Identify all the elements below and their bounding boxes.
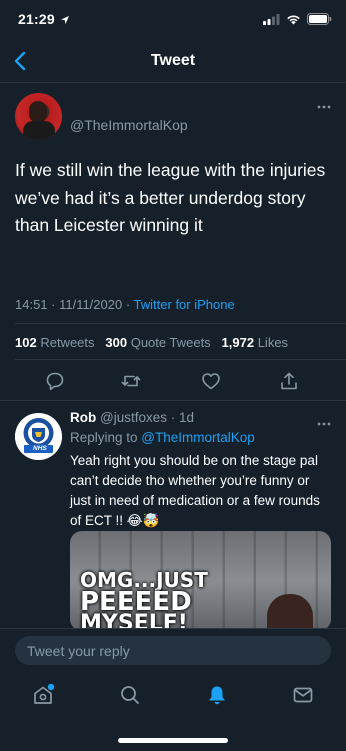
retweets-stat[interactable]: 102 Retweets xyxy=(15,335,95,350)
divider xyxy=(0,400,346,401)
status-bar: 21:29 xyxy=(0,0,346,40)
like-heart-icon[interactable] xyxy=(200,370,222,392)
reply-author[interactable]: Rob @justfoxes · 1d xyxy=(70,410,194,425)
media-person xyxy=(267,594,313,631)
replying-to: Replying to @TheImmortalKop xyxy=(70,430,255,445)
reply-author-avatar[interactable]: NHS xyxy=(15,413,62,460)
reply-text: Yeah right you should be on the stage pa… xyxy=(70,453,320,528)
avatar-badge-text: NHS xyxy=(33,445,47,452)
search-icon[interactable] xyxy=(118,683,142,707)
tweet-stats: 102 Retweets 300 Quote Tweets 1,972 Like… xyxy=(15,335,288,350)
media-caption: OMG...JUST PEEEED MYSELF! xyxy=(80,568,208,631)
share-icon[interactable] xyxy=(278,370,300,392)
author-handle[interactable]: @TheImmortalKop xyxy=(70,117,188,133)
tweet-source-link[interactable]: Twitter for iPhone xyxy=(134,297,235,312)
home-indicator xyxy=(118,738,228,743)
page-title: Tweet xyxy=(150,52,196,69)
reply-input-placeholder: Tweet your reply xyxy=(27,643,130,659)
nav-bar: Tweet xyxy=(0,40,346,83)
reply-author-handle-time: @justfoxes · 1d xyxy=(100,410,195,425)
tab-bar xyxy=(0,679,346,715)
wifi-icon xyxy=(286,12,301,30)
cellular-signal-icon xyxy=(263,12,280,30)
tweet-actions xyxy=(0,368,346,396)
reply-more-options-icon[interactable] xyxy=(316,414,332,426)
home-icon[interactable] xyxy=(31,683,55,707)
reply-media-image[interactable]: OMG...JUST PEEEED MYSELF! xyxy=(70,531,331,631)
divider xyxy=(15,359,346,360)
quote-tweets-stat[interactable]: 300 Quote Tweets xyxy=(105,335,210,350)
notifications-bell-icon[interactable] xyxy=(205,683,229,707)
retweet-icon[interactable] xyxy=(120,370,142,392)
status-time: 21:29 xyxy=(18,11,55,27)
messages-envelope-icon[interactable] xyxy=(291,683,315,707)
author-avatar[interactable] xyxy=(15,93,62,140)
more-options-icon[interactable] xyxy=(316,97,332,109)
reply-icon[interactable] xyxy=(44,370,66,392)
replying-to-link[interactable]: @TheImmortalKop xyxy=(141,430,255,445)
reply-author-name[interactable]: Rob xyxy=(70,410,96,425)
divider xyxy=(15,323,346,324)
tweet-timestamp: 14:51 · 11/11/2020 · xyxy=(15,297,134,312)
location-arrow-icon xyxy=(60,12,70,30)
battery-icon xyxy=(307,12,332,30)
tweet-meta: 14:51 · 11/11/2020 · Twitter for iPhone xyxy=(15,297,235,312)
likes-stat[interactable]: 1,972 Likes xyxy=(222,335,289,350)
tweet-text: If we still win the league with the inju… xyxy=(15,160,326,235)
